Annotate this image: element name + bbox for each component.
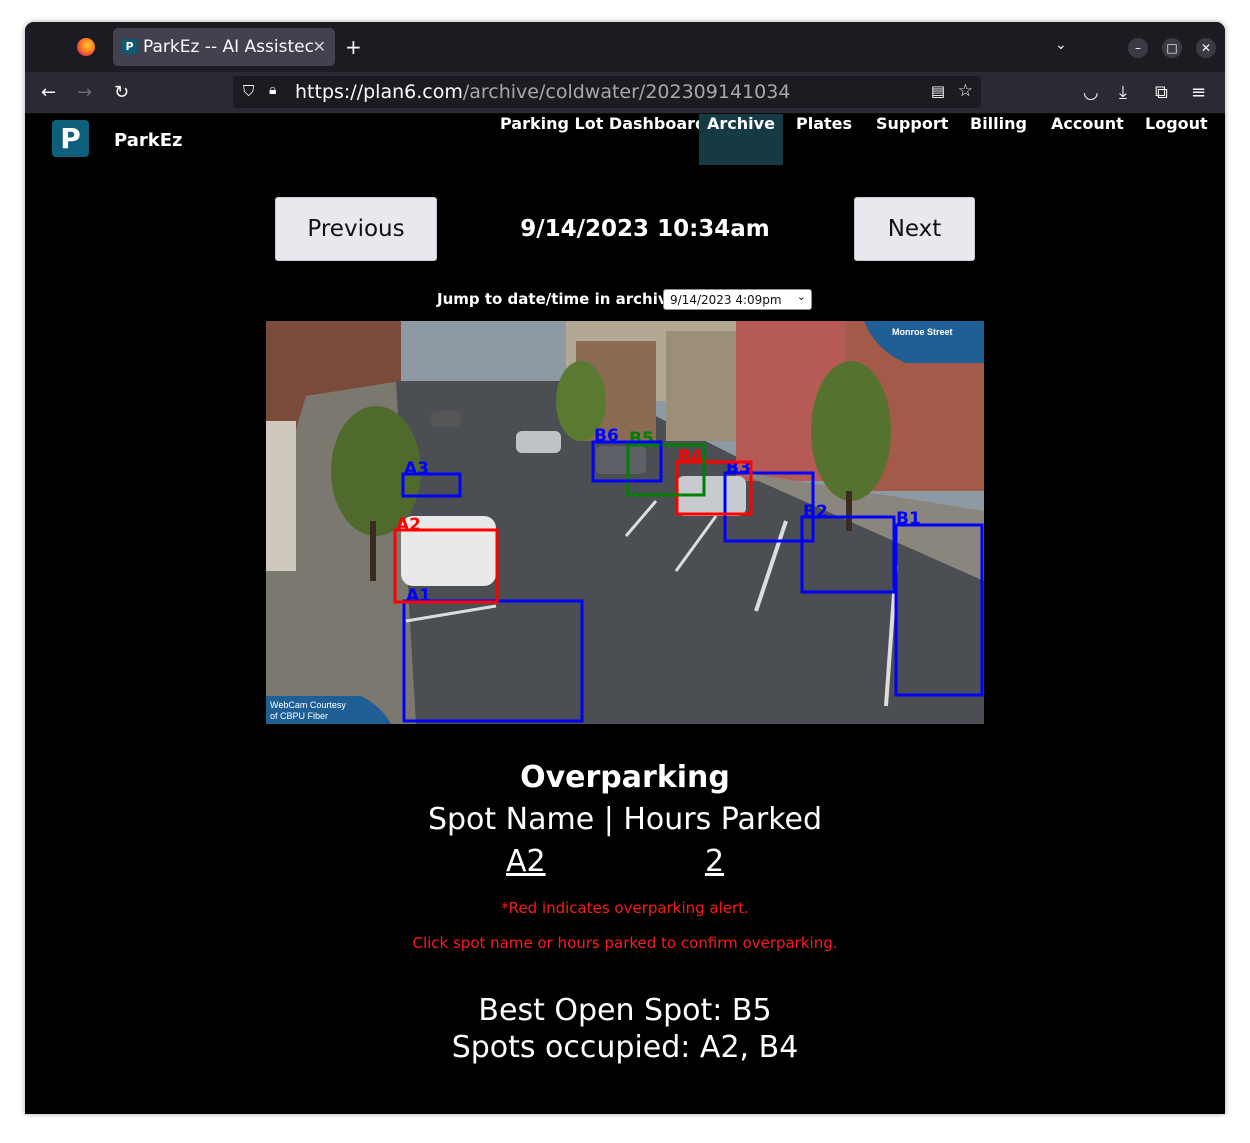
tab-close-icon[interactable]: ✕ <box>313 37 326 56</box>
menu-icon[interactable]: ≡ <box>1191 82 1206 103</box>
forward-icon[interactable]: → <box>77 82 92 103</box>
overparking-note-confirm: Click spot name or hours parked to confi… <box>412 934 838 952</box>
overparking-note-red: *Red indicates overparking alert. <box>501 899 749 917</box>
url-bar[interactable]: ⛉ 🔒︎ https://plan6.com/archive/coldwater… <box>233 76 981 108</box>
lock-icon[interactable]: 🔒︎ <box>269 82 276 98</box>
bookmark-star-icon[interactable]: ☆ <box>958 81 973 101</box>
extensions-icon[interactable]: ⧉ <box>1155 82 1168 103</box>
overparking-hours-link[interactable]: 2 <box>705 844 724 879</box>
new-tab-icon[interactable]: + <box>345 35 362 59</box>
spots-occupied: Spots occupied: A2, B4 <box>451 1030 799 1065</box>
brand-name[interactable]: ParkEz <box>114 130 182 151</box>
nav-archive[interactable]: Archive <box>699 114 783 165</box>
window-close-icon[interactable]: ✕ <box>1196 38 1216 58</box>
overparking-spot-link[interactable]: A2 <box>506 844 546 879</box>
jump-label: Jump to date/time in archive: <box>437 290 684 308</box>
jump-datetime-select[interactable]: 9/14/2023 4:09pm ⌄ <box>663 289 812 310</box>
nav-billing[interactable]: Billing <box>970 114 1027 165</box>
chevron-down-icon: ⌄ <box>796 290 806 303</box>
nav-logout[interactable]: Logout <box>1145 114 1208 165</box>
spot-label-a2: A2 <box>396 515 421 535</box>
url-path: /archive/coldwater/202309141034 <box>462 81 791 103</box>
archive-timestamp: 9/14/2023 10:34am <box>520 216 770 242</box>
camera-image: Monroe Street WebCam Courtesy of CBPU Fi… <box>266 321 984 724</box>
overlay-bottom-text-2: of CBPU Fiber <box>270 711 328 721</box>
camera-svg: Monroe Street WebCam Courtesy of CBPU Fi… <box>266 321 984 724</box>
spot-label-a3: A3 <box>404 459 429 479</box>
overlay-bottom-text-1: WebCam Courtesy <box>270 700 346 710</box>
next-button[interactable]: Next <box>854 197 975 261</box>
maximize-icon[interactable]: □ <box>1162 38 1182 58</box>
reader-view-icon[interactable]: ▤ <box>931 82 945 100</box>
firefox-icon[interactable] <box>77 38 95 56</box>
nav-parking-lot-dashboard[interactable]: Parking Lot Dashboard <box>500 114 707 165</box>
tracking-shield-icon[interactable]: ⛉ <box>243 82 254 100</box>
spot-label-b1: B1 <box>896 509 921 529</box>
spot-label-b6: B6 <box>594 426 619 446</box>
navigation-bar: ← → ↻ ⛉ 🔒︎ https://plan6.com/archive/col… <box>25 72 1225 114</box>
site-header: P ParkEz Parking Lot Dashboard Archive P… <box>25 114 1225 166</box>
reload-icon[interactable]: ↻ <box>114 82 129 103</box>
tab-title: ParkEz -- AI Assistec <box>143 37 313 57</box>
spot-label-b2: B2 <box>803 502 828 522</box>
list-all-tabs-icon[interactable]: ⌄ <box>1055 37 1067 53</box>
overlay-top-text: Monroe Street <box>892 327 953 337</box>
minimize-icon[interactable]: – <box>1128 38 1148 58</box>
nav-account[interactable]: Account <box>1051 114 1124 165</box>
parkez-logo[interactable]: P <box>52 120 89 157</box>
overparking-title: Overparking <box>520 760 730 795</box>
url-host: https://plan6.com <box>295 81 463 103</box>
overparking-column-header: Spot Name | Hours Parked <box>427 802 823 837</box>
spot-label-b4: B4 <box>678 447 703 467</box>
spot-label-b5: B5 <box>629 429 654 449</box>
pocket-icon[interactable]: ◡ <box>1083 82 1099 103</box>
url-text[interactable]: https://plan6.com/archive/coldwater/2023… <box>295 81 790 103</box>
tab-strip: P ParkEz -- AI Assistec ✕ + ⌄ – □ ✕ <box>25 22 1225 72</box>
nav-support[interactable]: Support <box>876 114 948 165</box>
best-open-spot: Best Open Spot: B5 <box>478 993 772 1028</box>
previous-button[interactable]: Previous <box>275 197 437 261</box>
jump-selected-value: 9/14/2023 4:09pm <box>670 293 782 307</box>
nav-plates[interactable]: Plates <box>796 114 852 165</box>
browser-window: P ParkEz -- AI Assistec ✕ + ⌄ – □ ✕ ← → … <box>25 22 1225 1114</box>
back-icon[interactable]: ← <box>41 82 56 103</box>
downloads-icon[interactable]: ⤓ <box>1119 82 1127 103</box>
parkez-favicon-icon: P <box>122 39 137 54</box>
browser-tab[interactable]: P ParkEz -- AI Assistec ✕ <box>113 28 335 66</box>
